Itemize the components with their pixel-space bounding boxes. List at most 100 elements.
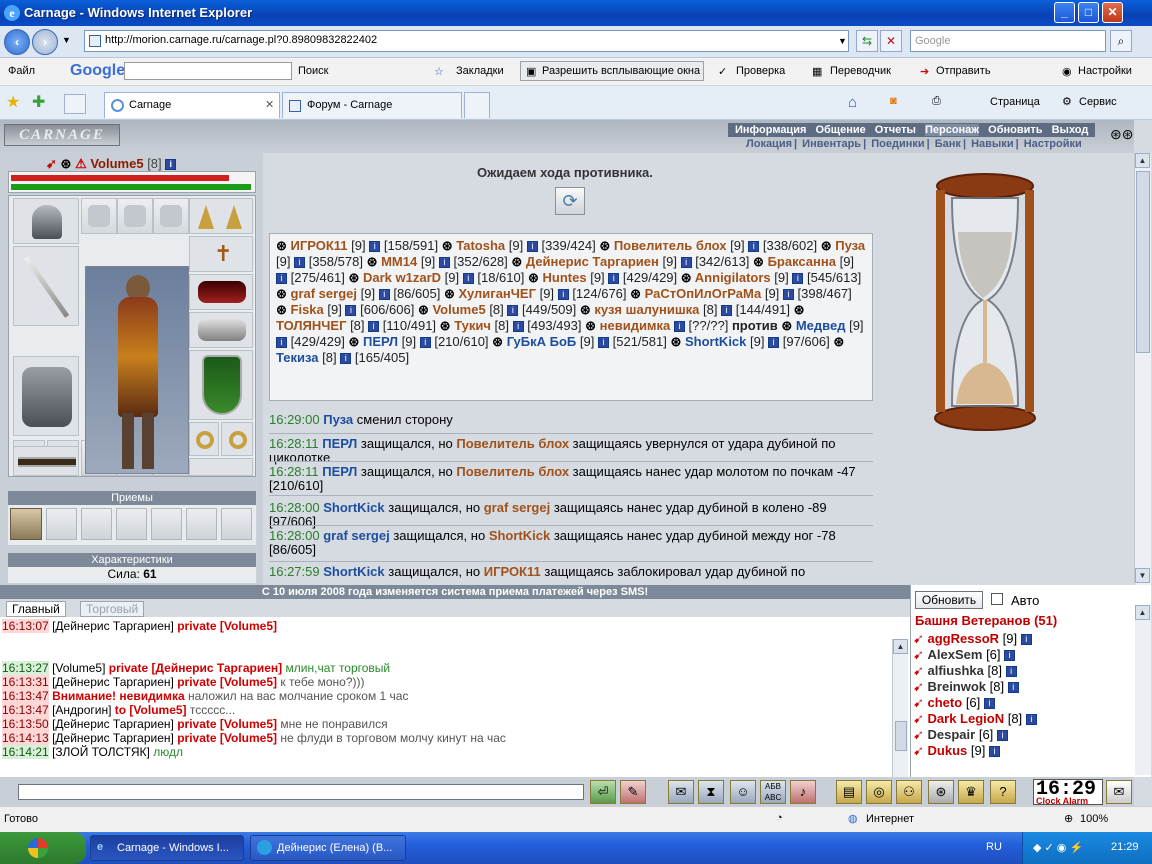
chat-private[interactable]: private [Volume5] — [177, 675, 277, 689]
mail-icon[interactable]: ✉ — [668, 780, 694, 804]
ring-slot-4[interactable] — [221, 422, 253, 456]
log-target[interactable]: graf sergej — [484, 500, 550, 515]
url-field[interactable]: http://morion.carnage.ru/carnage.pl?0.89… — [84, 30, 849, 52]
page-menu[interactable]: Страница — [990, 96, 1040, 108]
fighter-name[interactable]: ГуБкА БоБ — [507, 334, 577, 349]
info-icon[interactable]: i — [526, 241, 538, 253]
nav-character[interactable]: Персонаж — [924, 124, 980, 136]
add-favorite-icon[interactable]: ✚ — [32, 92, 45, 112]
fighter-name[interactable]: ShortKick — [685, 334, 746, 349]
info-icon[interactable]: i — [462, 273, 474, 285]
search-button[interactable]: Поиск — [298, 65, 328, 77]
fighter-name[interactable]: Текиза — [276, 350, 319, 365]
info-icon[interactable]: i — [276, 273, 287, 285]
skill-slot[interactable] — [151, 508, 182, 540]
translate-button[interactable]: Переводчик — [830, 65, 891, 77]
log-actor[interactable]: ShortKick — [323, 500, 384, 515]
chat-sender[interactable]: [Дейнерис Таргариен] — [52, 619, 174, 633]
translit-icon[interactable]: АБВ ABC — [760, 780, 786, 804]
coins-icon[interactable]: ◎ — [866, 780, 892, 804]
amulet-slot[interactable]: ✝ — [189, 236, 253, 272]
google-search-field[interactable] — [124, 62, 292, 80]
start-button[interactable] — [0, 832, 86, 864]
room-scrollbar[interactable]: ▲ — [1135, 605, 1151, 775]
room-player-name[interactable]: alfiushka — [928, 663, 984, 678]
fighter-name[interactable]: Медвед — [796, 318, 846, 333]
info-icon[interactable]: i — [1025, 714, 1037, 726]
skill-slot[interactable] — [221, 508, 252, 540]
earrings-slot[interactable] — [189, 198, 253, 234]
fighter-name[interactable]: ТОЛЯНЧЕГ — [276, 318, 346, 333]
skill-slot[interactable] — [186, 508, 217, 540]
tab-main-chat[interactable]: Главный — [6, 601, 66, 617]
scroll-thumb[interactable] — [895, 721, 907, 751]
ring-slot-3[interactable] — [189, 422, 219, 456]
log-actor[interactable]: Пуза — [323, 412, 353, 427]
gloves-slot[interactable] — [189, 312, 253, 348]
fighter-name[interactable]: невидимка — [600, 318, 671, 333]
skill-slot[interactable] — [46, 508, 77, 540]
tab-close-icon[interactable]: ✕ — [265, 98, 274, 111]
fighter-name[interactable]: ХулиганЧЕГ — [458, 286, 535, 301]
chest-icon[interactable]: ▤ — [836, 780, 862, 804]
info-icon[interactable]: i — [792, 273, 804, 285]
battle-refresh-button[interactable]: ⟳ — [555, 187, 585, 215]
chat-input[interactable] — [18, 784, 584, 800]
favorites-icon[interactable]: ★ — [6, 92, 20, 112]
forward-button[interactable]: › — [32, 29, 58, 55]
tab-trade-chat[interactable]: Торговый — [80, 601, 145, 617]
fighter-name[interactable]: ПЕРЛ — [363, 334, 398, 349]
url-dropdown-icon[interactable]: ▼ — [838, 36, 847, 46]
info-icon[interactable]: i — [1007, 682, 1019, 694]
empty-slot[interactable] — [117, 198, 153, 234]
chat-private[interactable]: невидимка — [119, 689, 184, 703]
weapon-slot[interactable] — [13, 246, 79, 326]
service-menu[interactable]: Сервис — [1079, 96, 1117, 108]
clear-icon[interactable]: ✎ — [620, 780, 646, 804]
fighter-name[interactable]: РаСтОпИлОгРаМа — [645, 286, 762, 301]
bookmarks-button[interactable]: Закладки — [456, 65, 504, 77]
fighter-name[interactable]: graf sergej — [291, 286, 357, 301]
boots-slot[interactable] — [189, 458, 253, 476]
chat-sender[interactable]: [Дейнерис Таргариен] — [52, 731, 174, 745]
info-icon[interactable]: i — [598, 337, 609, 349]
log-target[interactable]: Повелитель блох — [456, 436, 569, 451]
taskbar-ie[interactable]: e Carnage - Windows I... — [90, 835, 244, 861]
help-icon[interactable]: ? — [990, 780, 1016, 804]
fighter-name[interactable]: Volume5 — [432, 302, 485, 317]
empty-slot[interactable] — [81, 198, 117, 234]
info-icon[interactable]: i — [996, 730, 1008, 742]
chat-private[interactable]: private [Volume5] — [177, 717, 277, 731]
info-icon[interactable]: i — [369, 241, 381, 253]
language-indicator[interactable]: RU — [986, 841, 1002, 853]
send-button[interactable]: Отправить — [936, 65, 991, 77]
stop-icon[interactable]: ✕ — [880, 30, 902, 52]
search-input[interactable]: Google — [910, 30, 1106, 52]
star-icon[interactable]: ☆ — [434, 65, 444, 78]
fighter-name[interactable]: ИГРОК11 — [291, 238, 348, 253]
shield-slot[interactable] — [189, 350, 253, 420]
bracers-slot[interactable] — [189, 274, 253, 310]
log-actor[interactable]: graf sergej — [323, 528, 389, 543]
room-player-name[interactable]: aggRessoR — [928, 631, 1000, 646]
sound-icon[interactable]: ♪ — [790, 780, 816, 804]
info-icon[interactable]: i — [1005, 666, 1017, 678]
tab-carnage[interactable]: Carnage ✕ — [104, 92, 280, 118]
battle-scrollbar[interactable]: ▲ ▼ — [1134, 153, 1151, 585]
fighter-name[interactable]: Fiska — [291, 302, 324, 317]
minimize-button[interactable]: _ — [1054, 2, 1075, 23]
player-name[interactable]: Volume5 — [90, 156, 143, 171]
room-player-name[interactable]: Dark LegioN — [928, 711, 1005, 726]
envelope-icon[interactable]: ✉ — [1106, 780, 1132, 804]
log-target[interactable]: ShortKick — [489, 528, 550, 543]
scroll-thumb[interactable] — [1136, 171, 1150, 353]
fighter-name[interactable]: Huntes — [543, 270, 587, 285]
info-icon[interactable]: i — [1020, 634, 1032, 646]
helmet-slot[interactable] — [13, 198, 79, 244]
info-icon[interactable]: i — [983, 698, 995, 710]
users-icon[interactable]: ⚇ — [896, 780, 922, 804]
belt-slot[interactable] — [13, 446, 79, 476]
nav-refresh[interactable]: Обновить — [988, 124, 1042, 136]
auto-checkbox[interactable] — [991, 593, 1003, 605]
check-button[interactable]: Проверка — [736, 65, 785, 77]
